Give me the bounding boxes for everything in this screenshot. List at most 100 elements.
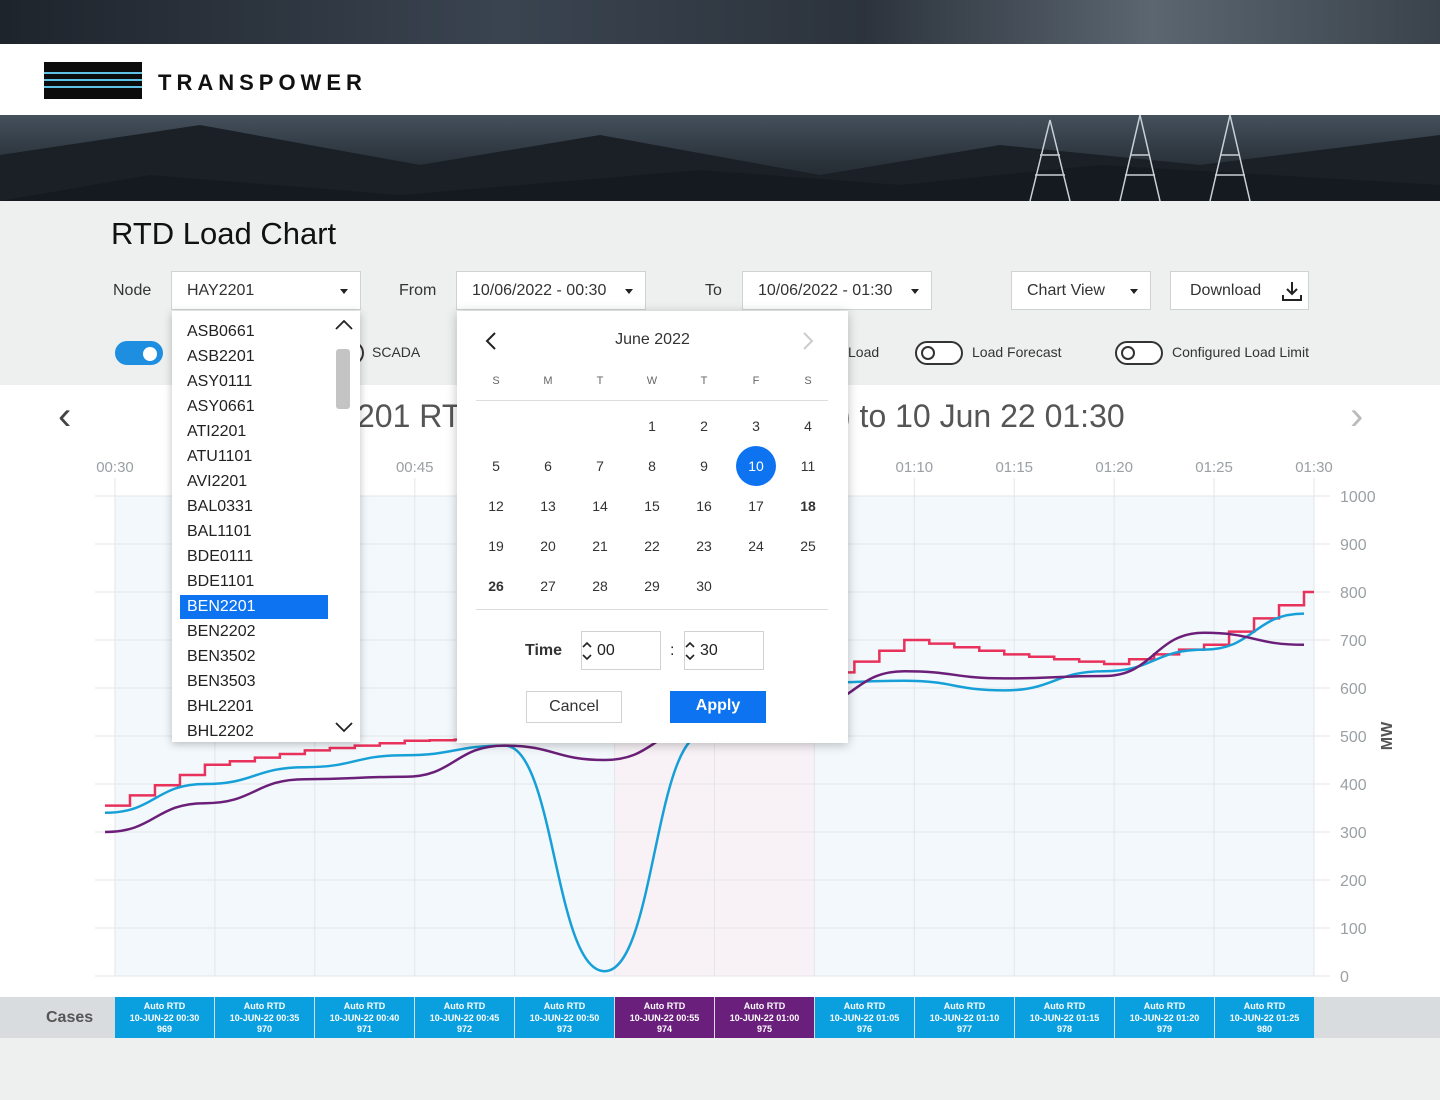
apply-button[interactable]: Apply: [670, 691, 766, 723]
calendar-day-selected[interactable]: 10: [736, 446, 776, 486]
case-item[interactable]: Auto RTD 10-JUN-22 01:05 976: [815, 997, 914, 1038]
x-tick-label: 01:30: [1295, 459, 1333, 476]
x-tick-label: 00:45: [396, 459, 434, 476]
case-item[interactable]: Auto RTD 10-JUN-22 01:00 975: [715, 997, 814, 1038]
time-label: Time: [525, 642, 563, 659]
node-option[interactable]: BHL2202: [180, 720, 328, 742]
calendar-day[interactable]: 28: [580, 566, 620, 606]
calendar-day[interactable]: 17: [736, 486, 776, 526]
calendar-day[interactable]: 16: [684, 486, 724, 526]
calendar-day[interactable]: 30: [684, 566, 724, 606]
case-item-text: Auto RTD: [643, 1001, 686, 1011]
case-item[interactable]: Auto RTD 10-JUN-22 00:40 971: [315, 997, 414, 1038]
calendar-day[interactable]: 6: [528, 446, 568, 486]
weekday-header: M: [543, 375, 553, 387]
hour-stepper[interactable]: 00: [581, 631, 661, 670]
calendar-day[interactable]: 23: [684, 526, 724, 566]
case-item[interactable]: Auto RTD 10-JUN-22 01:20 979: [1115, 997, 1214, 1038]
case-item-text: 979: [1156, 1024, 1173, 1034]
case-item[interactable]: Auto RTD 10-JUN-22 01:10 977: [915, 997, 1014, 1038]
calendar-day[interactable]: 2: [684, 406, 724, 446]
case-item[interactable]: Auto RTD 10-JUN-22 00:30 969: [115, 997, 214, 1038]
calendar-day[interactable]: 26: [476, 566, 516, 606]
case-item-text: 977: [956, 1024, 973, 1034]
node-option[interactable]: BHL2201: [180, 695, 328, 719]
case-item[interactable]: Auto RTD 10-JUN-22 01:25 980: [1215, 997, 1314, 1038]
node-option[interactable]: ATU1101: [180, 445, 328, 469]
calendar-day[interactable]: 20: [528, 526, 568, 566]
calendar-day[interactable]: 5: [476, 446, 516, 486]
node-option[interactable]: BDE0111: [180, 545, 328, 569]
x-tick-label: 01:10: [896, 459, 934, 476]
y-tick-label: 200: [1340, 873, 1367, 890]
date-picker-calendar: June 2022 Time 00 : 30 Cancel Apply S M T W…: [457, 311, 848, 743]
calendar-day[interactable]: 19: [476, 526, 516, 566]
case-item-text: Auto RTD: [1043, 1001, 1086, 1011]
x-tick-label: 01:20: [1095, 459, 1133, 476]
chevron-up-icon[interactable]: [334, 318, 354, 332]
calendar-day[interactable]: 9: [684, 446, 724, 486]
node-option[interactable]: BEN2202: [180, 620, 328, 644]
case-item-text: 10-JUN-22 00:35: [229, 1012, 300, 1023]
calendar-day[interactable]: 8: [632, 446, 672, 486]
case-item-text: Auto RTD: [543, 1001, 586, 1011]
case-item[interactable]: Auto RTD 10-JUN-22 01:15 978: [1015, 997, 1114, 1038]
calendar-divider: [476, 609, 828, 610]
calendar-day[interactable]: 14: [580, 486, 620, 526]
case-item[interactable]: Auto RTD 10-JUN-22 00:50 973: [515, 997, 614, 1038]
stepper-arrows-icon[interactable]: [685, 640, 695, 662]
node-option[interactable]: ATI2201: [180, 420, 328, 444]
node-option[interactable]: ASY0661: [180, 395, 328, 419]
weekday-header: T: [596, 375, 604, 387]
case-item-text: Auto RTD: [343, 1001, 386, 1011]
node-option[interactable]: BEN3502: [180, 645, 328, 669]
node-dropdown-list[interactable]: ASB0661 ASB2201 ASY0111 ASY0661 ATI2201 ATU11…: [172, 311, 360, 742]
node-option[interactable]: BAL1101: [180, 520, 328, 544]
case-item-text: 10-JUN-22 00:55: [629, 1012, 700, 1023]
calendar-day[interactable]: 18: [788, 486, 828, 526]
time-separator: :: [670, 642, 675, 659]
case-item[interactable]: Auto RTD 10-JUN-22 00:35 970: [215, 997, 314, 1038]
calendar-day[interactable]: 22: [632, 526, 672, 566]
calendar-day[interactable]: 11: [788, 446, 828, 486]
node-option[interactable]: ASB2201: [180, 345, 328, 369]
case-item[interactable]: Auto RTD 10-JUN-22 00:55 974: [615, 997, 714, 1038]
calendar-day[interactable]: 15: [632, 486, 672, 526]
hour-value: 00: [597, 642, 615, 659]
case-item-text: 10-JUN-22 00:50: [529, 1012, 600, 1023]
calendar-day[interactable]: 27: [528, 566, 568, 606]
case-item-text: 10-JUN-22 00:30: [129, 1012, 200, 1023]
calendar-day[interactable]: 7: [580, 446, 620, 486]
case-item-text: Auto RTD: [443, 1001, 486, 1011]
case-item-text: 973: [556, 1024, 573, 1034]
node-option-selected[interactable]: BEN2201: [180, 595, 328, 619]
node-option[interactable]: BDE1101: [180, 570, 328, 594]
node-list-scrollbar[interactable]: [336, 349, 350, 409]
minute-stepper[interactable]: 30: [684, 631, 764, 670]
calendar-day[interactable]: 13: [528, 486, 568, 526]
case-item-text: 974: [656, 1024, 673, 1034]
calendar-day[interactable]: 4: [788, 406, 828, 446]
next-month-chevron-icon[interactable]: [800, 331, 816, 351]
weekday-header: S: [804, 375, 812, 387]
calendar-day[interactable]: 3: [736, 406, 776, 446]
node-option[interactable]: AVI2201: [180, 470, 328, 494]
y-tick-label: 0: [1340, 969, 1349, 986]
calendar-day[interactable]: 12: [476, 486, 516, 526]
y-tick-label: 300: [1340, 825, 1367, 842]
cancel-button[interactable]: Cancel: [526, 691, 622, 723]
case-item[interactable]: Auto RTD 10-JUN-22 00:45 972: [415, 997, 514, 1038]
node-option[interactable]: BAL0331: [180, 495, 328, 519]
calendar-day[interactable]: 24: [736, 526, 776, 566]
case-item-text: 975: [756, 1024, 773, 1034]
calendar-day[interactable]: 25: [788, 526, 828, 566]
node-option[interactable]: BEN3503: [180, 670, 328, 694]
node-option[interactable]: ASY0111: [180, 370, 328, 394]
stepper-arrows-icon[interactable]: [582, 640, 592, 662]
case-item-text: 978: [1056, 1024, 1073, 1034]
calendar-day[interactable]: 1: [632, 406, 672, 446]
calendar-day[interactable]: 29: [632, 566, 672, 606]
node-option[interactable]: ASB0661: [180, 320, 328, 344]
chevron-down-icon[interactable]: [334, 720, 354, 734]
calendar-day[interactable]: 21: [580, 526, 620, 566]
